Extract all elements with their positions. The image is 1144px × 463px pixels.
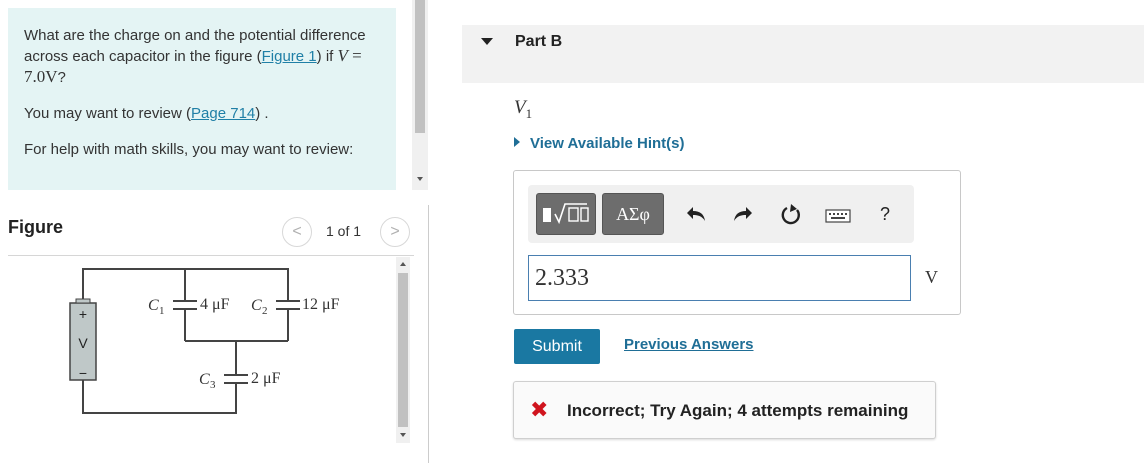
submit-button[interactable]: Submit [514, 329, 600, 364]
question-panel: What are the charge on and the potential… [8, 8, 396, 190]
undo-icon[interactable] [684, 204, 708, 228]
c2-value: 12 μF [302, 296, 340, 313]
answer-panel: ΑΣφ ? 2.333 V [513, 170, 961, 315]
c1-value: 4 μF [200, 296, 230, 313]
part-title: Part B [515, 33, 563, 50]
figure-title: Figure [8, 217, 64, 237]
c3-label: C [199, 371, 210, 388]
scrollbar-thumb[interactable] [415, 0, 425, 133]
feedback-message: Incorrect; Try Again; 4 attempts remaini… [567, 401, 909, 420]
c3-sub: 3 [210, 379, 216, 391]
battery-plus-label: + [79, 306, 87, 322]
circuit-diagram: + V − C 1 4 μF C 2 12 μF C 3 2 μF [69, 268, 340, 414]
chevron-left-icon[interactable]: < [282, 217, 312, 247]
answer-input[interactable]: 2.333 [528, 255, 911, 301]
column-divider [428, 205, 429, 463]
battery-minus-label: − [79, 365, 87, 381]
page-link[interactable]: Page 714 [191, 105, 255, 122]
figure-header: Figure < 1 of 1 > [8, 212, 414, 256]
c2-sub: 2 [262, 305, 268, 317]
review-text: You may want to review (Page 714) . [24, 105, 269, 122]
part-header[interactable]: Part B [462, 25, 1144, 83]
question-scrollbar[interactable] [412, 0, 428, 190]
caret-right-icon [514, 137, 520, 147]
variable-label: V1 [514, 97, 533, 121]
previous-answers-link[interactable]: Previous Answers [624, 336, 754, 353]
feedback-box: ✖ Incorrect; Try Again; 4 attempts remai… [513, 381, 936, 439]
math-toolbar: ΑΣφ ? [528, 185, 914, 243]
help-button[interactable]: ? [873, 204, 897, 224]
figure-counter: 1 of 1 [326, 223, 362, 239]
reset-icon[interactable] [779, 204, 803, 230]
figure-link[interactable]: Figure 1 [262, 48, 317, 65]
greek-symbols-button[interactable]: ΑΣφ [602, 193, 664, 235]
collapse-caret-icon[interactable] [481, 38, 493, 45]
figure-scrollbar[interactable] [396, 257, 410, 443]
c1-label: C [148, 297, 159, 314]
scroll-up-arrow-icon[interactable] [400, 262, 406, 266]
battery-v-label: V [78, 335, 88, 351]
question-text: What are the charge on and the potential… [24, 27, 366, 86]
redo-icon[interactable] [731, 204, 755, 228]
unit-label: V [925, 267, 938, 287]
c1-sub: 1 [159, 305, 165, 317]
help-text: For help with math skills, you may want … [24, 141, 354, 158]
incorrect-x-icon: ✖ [530, 397, 549, 422]
scrollbar-thumb[interactable] [398, 273, 408, 427]
keyboard-icon[interactable] [825, 207, 851, 227]
c3-value: 2 μF [251, 370, 281, 387]
circuit-figure: + V − C 1 4 μF C 2 12 μF C 3 2 μF [8, 257, 398, 457]
templates-sqrt-icon[interactable] [536, 193, 596, 235]
view-hints-link[interactable]: View Available Hint(s) [514, 135, 685, 152]
scroll-down-arrow-icon[interactable] [400, 433, 406, 437]
scroll-down-arrow-icon[interactable] [417, 177, 423, 181]
c2-label: C [251, 297, 262, 314]
chevron-right-icon[interactable]: > [380, 217, 410, 247]
